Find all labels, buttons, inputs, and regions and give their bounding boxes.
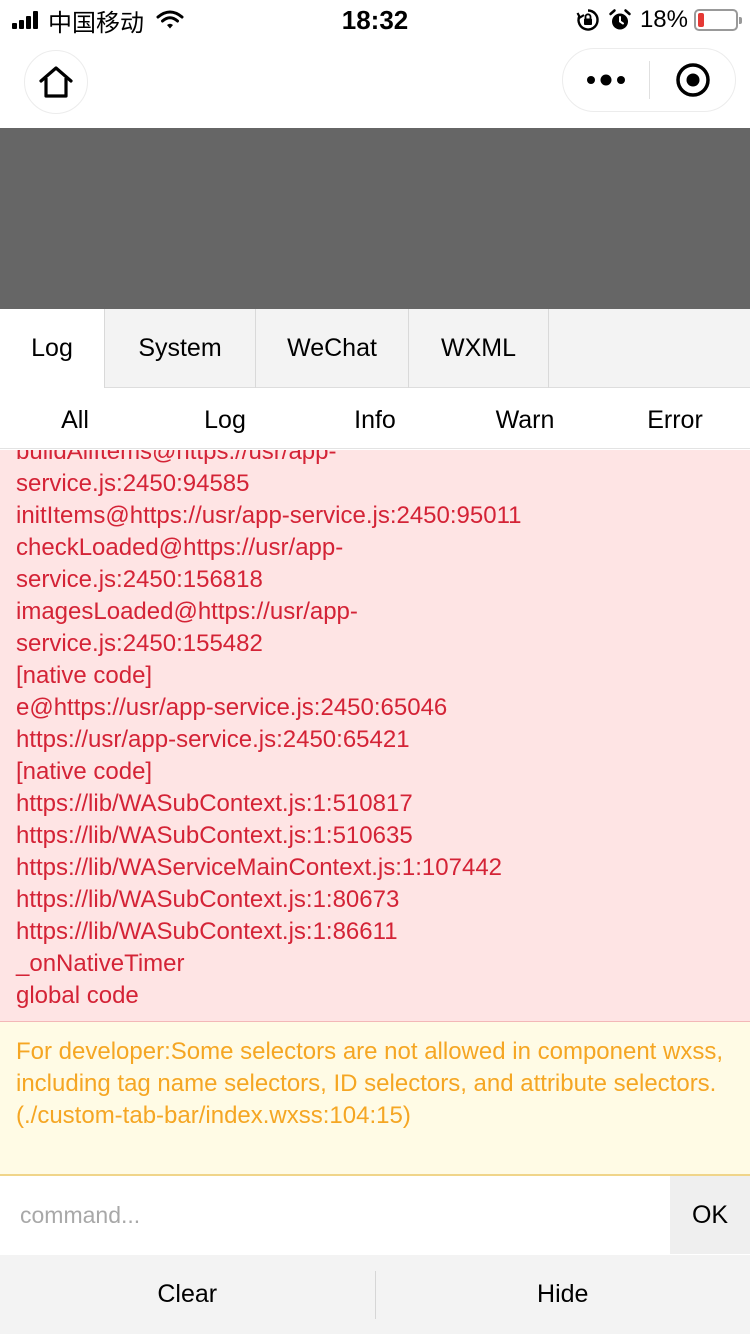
stack-line: https://lib/WASubContext.js:1:510635 [16, 822, 413, 849]
warn-log-entry: For developer:Some selectors are not all… [0, 1022, 750, 1176]
stack-line: [native code] [16, 758, 153, 785]
stack-line: imagesLoaded@https://usr/app- [16, 598, 358, 625]
page-overlay [0, 128, 750, 309]
error-stack-trace: buildAllItems@https://usr/app- service.j… [16, 450, 736, 1012]
stack-line: https://lib/WASubContext.js:1:86611 [16, 918, 398, 945]
stack-line: https://lib/WAServiceMainContext.js:1:10… [16, 854, 503, 881]
stack-line: service.js:2450:155482 [16, 630, 263, 657]
stack-line: [native code] [16, 662, 153, 689]
stack-line: _onNativeTimer [16, 950, 185, 977]
alarm-icon [609, 9, 631, 30]
battery-icon [694, 9, 742, 31]
log-filters: All Log Info Warn Error [0, 389, 750, 449]
stack-line: https://lib/WASubContext.js:1:80673 [16, 886, 400, 913]
filter-all[interactable]: All [0, 389, 150, 448]
close-target-icon [675, 63, 710, 97]
stack-line: service.js:2450:94585 [16, 470, 250, 497]
battery-level-fill [698, 13, 705, 27]
home-button[interactable] [24, 50, 88, 114]
console-tabs: Log System WeChat WXML [0, 309, 750, 388]
more-button[interactable] [563, 49, 649, 111]
ok-button[interactable]: OK [670, 1176, 750, 1254]
filter-info[interactable]: Info [300, 389, 450, 448]
hide-button[interactable]: Hide [376, 1255, 750, 1334]
filter-warn[interactable]: Warn [450, 389, 600, 448]
stack-line: checkLoaded@https://usr/app- [16, 534, 344, 561]
home-icon [39, 66, 73, 98]
tab-wxml[interactable]: WXML [409, 309, 549, 388]
tab-system[interactable]: System [105, 309, 256, 388]
stack-line: service.js:2450:156818 [16, 566, 263, 593]
status-right: 18% [576, 6, 742, 34]
clear-button[interactable]: Clear [0, 1255, 375, 1334]
stack-line: initItems@https://usr/app-service.js:245… [16, 502, 522, 529]
more-dots-icon [587, 74, 625, 86]
close-button[interactable] [650, 49, 735, 111]
stack-line: buildAllItems@https://usr/app- [16, 450, 337, 465]
stack-line: global code [16, 982, 139, 1009]
warn-message: For developer:Some selectors are not all… [16, 1038, 724, 1129]
filter-log[interactable]: Log [150, 389, 300, 448]
battery-percentage: 18% [639, 6, 688, 33]
stack-line: e@https://usr/app-service.js:2450:65046 [16, 694, 448, 721]
status-bar: 中国移动 18:32 18% [0, 0, 750, 40]
command-bar: OK [0, 1176, 750, 1254]
error-log-entry: buildAllItems@https://usr/app- service.j… [0, 450, 750, 1022]
tab-wechat[interactable]: WeChat [256, 309, 409, 388]
command-input[interactable] [0, 1176, 670, 1254]
stack-line: https://usr/app-service.js:2450:65421 [16, 726, 410, 753]
console-bottom-bar: Clear Hide [0, 1255, 750, 1334]
capsule-menu [562, 48, 736, 112]
mini-program-nav-bar [0, 40, 750, 128]
rotation-lock-icon [576, 9, 599, 31]
filter-error[interactable]: Error [600, 389, 750, 448]
stack-line: https://lib/WASubContext.js:1:510817 [16, 790, 413, 817]
tab-log[interactable]: Log [0, 309, 105, 388]
